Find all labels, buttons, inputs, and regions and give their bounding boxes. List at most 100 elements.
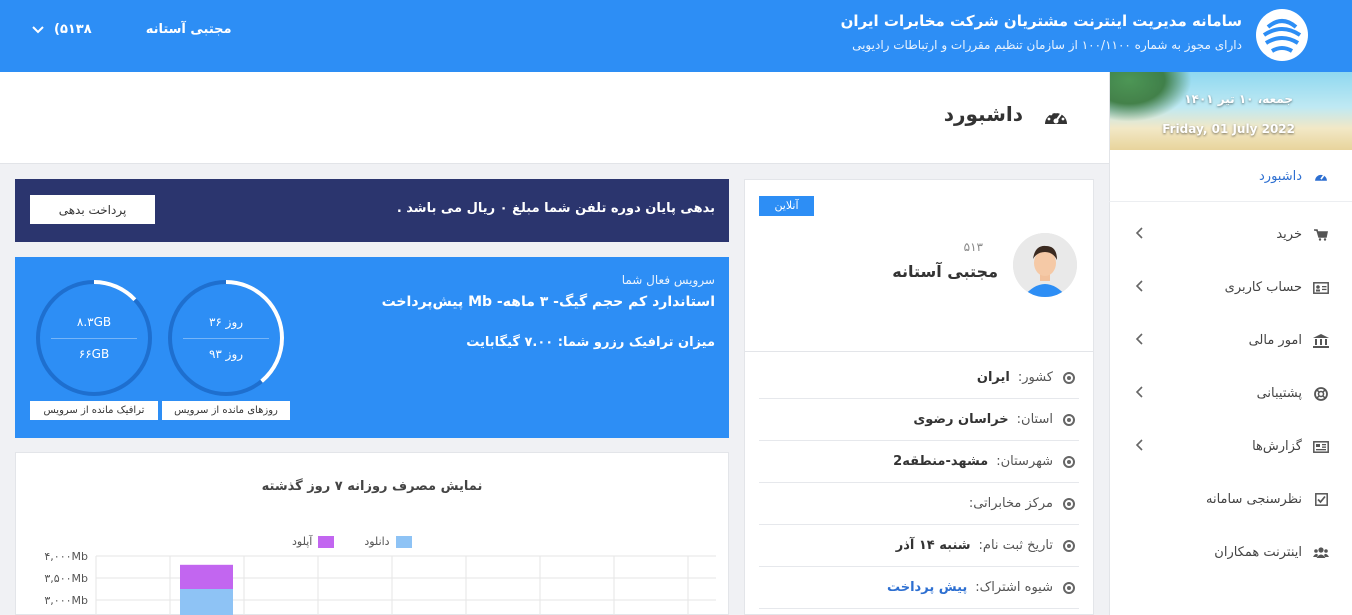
sidebar-item-label: حساب کاربری <box>1224 280 1302 295</box>
tci-logo-icon <box>1256 9 1308 61</box>
gauge-divider <box>183 338 269 339</box>
sidebar-item-label: نظرسنجی سامانه <box>1206 492 1302 507</box>
id-card-icon <box>1312 280 1330 296</box>
info-row-province: استان: خراسان رضوی <box>759 399 1079 441</box>
traffic-total-value: ۶۶GB <box>78 347 110 361</box>
dot-circle-icon <box>1063 371 1075 384</box>
chevron-left-icon <box>1135 279 1143 296</box>
active-service-panel: سرویس فعال شما استاندارد کم حجم گیگ- ۳ م… <box>15 257 729 438</box>
sidebar-item-label: خرید <box>1276 227 1302 242</box>
traffic-gauge-label: ترافیک مانده از سرویس <box>30 401 158 420</box>
sidebar-item-purchase[interactable]: خرید <box>1109 208 1352 261</box>
info-value: خراسان رضوی <box>913 412 1009 427</box>
checkbox-icon <box>1312 492 1330 508</box>
sidebar-item-label: پشتیبانی <box>1256 386 1302 401</box>
debt-message: بدهی پایان دوره تلفن شما مبلغ ۰ ریال می … <box>396 201 715 216</box>
days-remaining-value: ۳۶ روز <box>208 315 244 329</box>
sidebar-menu: داشبورد خرید حساب کاربری امور مالی پشتیب… <box>1109 162 1352 579</box>
cart-icon <box>1312 227 1330 243</box>
sidebar: جمعه، ۱۰ تیر ۱۴۰۱ Friday, 01 July 2022 د… <box>1109 72 1352 615</box>
profile-card: آنلاین ۵۱۳ مجتبی آستانه کشور: ایران استا… <box>744 179 1094 615</box>
sidebar-item-label: داشبورد <box>1259 169 1302 184</box>
info-label: شهرستان: <box>996 454 1053 469</box>
profile-info-list: کشور: ایران استان: خراسان رضوی شهرستان: … <box>759 357 1079 609</box>
daily-usage-chart-card: نمایش مصرف روزانه ۷ روز گذشته دانلود آپل… <box>15 452 729 615</box>
service-heading: سرویس فعال شما <box>621 273 715 287</box>
dot-circle-icon <box>1063 539 1075 552</box>
info-row-subscription-type: شیوه اشتراک: پیش پرداخت <box>759 567 1079 609</box>
dot-circle-icon <box>1063 413 1075 426</box>
usage-bar-chart: ۴,۰۰۰Mb ۳,۵۰۰Mb ۳,۰۰۰Mb <box>44 550 716 615</box>
sidebar-item-account[interactable]: حساب کاربری <box>1109 261 1352 314</box>
info-label: تاریخ ثبت نام: <box>978 538 1053 553</box>
sidebar-item-label: اینترنت همکاران <box>1214 545 1302 560</box>
dot-circle-icon <box>1063 455 1075 468</box>
avatar-icon <box>1013 233 1077 297</box>
info-value[interactable]: پیش پرداخت <box>887 580 967 595</box>
dashboard-icon <box>1312 169 1330 185</box>
chevron-left-icon <box>1135 438 1143 455</box>
y-tick-label: ۴,۰۰۰Mb <box>44 550 88 563</box>
info-row-country: کشور: ایران <box>759 357 1079 399</box>
days-remaining-gauge: ۳۶ روز ۹۳ روز <box>167 279 285 397</box>
dashboard-icon <box>1045 110 1067 124</box>
reserved-traffic: میزان ترافیک رزرو شما: ۷.۰۰ گیگابایت <box>466 335 715 350</box>
sidebar-item-label: امور مالی <box>1248 333 1302 348</box>
page-header: داشبورد <box>0 72 1109 164</box>
pay-debt-button[interactable]: پرداخت بدهی <box>30 195 155 224</box>
lifebuoy-icon <box>1312 386 1330 402</box>
top-header: سامانه مدیریت اینترنت مشتریان شرکت مخابر… <box>0 0 1352 72</box>
app-title: سامانه مدیریت اینترنت مشتریان شرکت مخابر… <box>840 12 1242 30</box>
dot-circle-icon <box>1063 497 1075 510</box>
page-title: داشبورد <box>943 102 1023 126</box>
sidebar-item-support[interactable]: پشتیبانی <box>1109 367 1352 420</box>
user-name: مجتبی آستانه <box>145 22 232 37</box>
y-tick-label: ۳,۵۰۰Mb <box>44 572 88 585</box>
app-subtitle: دارای مجوز به شماره ۱۰۰/۱۱۰۰ از سازمان ت… <box>852 38 1242 52</box>
debt-banner: بدهی پایان دوره تلفن شما مبلغ ۰ ریال می … <box>15 179 729 242</box>
date-persian: جمعه، ۱۰ تیر ۱۴۰۱ <box>1184 92 1293 106</box>
y-tick-label: ۳,۰۰۰Mb <box>44 594 88 607</box>
days-gauge-label: روزهای مانده از سرویس <box>162 401 290 420</box>
palm-decoration <box>1110 72 1192 122</box>
info-label: کشور: <box>1017 370 1053 385</box>
bank-icon <box>1312 333 1330 349</box>
info-row-exchange-center: مرکز مخابراتی: <box>759 483 1079 525</box>
sidebar-item-colleague-internet[interactable]: اینترنت همکاران <box>1109 526 1352 579</box>
avatar <box>1013 233 1077 297</box>
chevron-left-icon <box>1135 385 1143 402</box>
traffic-remaining-value: ۸.۳GB <box>76 315 112 329</box>
sidebar-item-finance[interactable]: امور مالی <box>1109 314 1352 367</box>
bar-upload[interactable] <box>180 564 233 589</box>
chevron-down-icon[interactable] <box>32 23 44 37</box>
info-row-registration-date: تاریخ ثبت نام: شنبه ۱۴ آذر <box>759 525 1079 567</box>
chevron-left-icon <box>1135 332 1143 349</box>
date-banner: جمعه، ۱۰ تیر ۱۴۰۱ Friday, 01 July 2022 <box>1110 72 1352 150</box>
chevron-left-icon <box>1135 226 1143 243</box>
info-row-city: شهرستان: مشهد-منطقه2 <box>759 441 1079 483</box>
report-icon <box>1312 439 1330 455</box>
user-code: (۵۱۳۸ <box>54 22 92 37</box>
info-label: استان: <box>1016 412 1053 427</box>
info-value: شنبه ۱۴ آذر <box>895 538 971 553</box>
divider <box>745 351 1093 352</box>
info-value: ایران <box>976 370 1010 385</box>
bar-download[interactable] <box>180 589 233 615</box>
sidebar-item-reports[interactable]: گزارش‌ها <box>1109 420 1352 473</box>
sidebar-item-dashboard[interactable]: داشبورد <box>1109 152 1352 202</box>
service-name: استاندارد کم حجم گیگ- ۳ ماهه- Mb پیش‌پرد… <box>381 294 715 310</box>
info-label: شیوه اشتراک: <box>975 580 1053 595</box>
info-label: مرکز مخابراتی: <box>968 496 1053 511</box>
profile-name: مجتبی آستانه <box>892 262 998 281</box>
chart-title: نمایش مصرف روزانه ۷ روز گذشته <box>261 479 483 494</box>
user-id: ۵۱۳ <box>963 240 983 254</box>
user-menu[interactable]: (۵۱۳۸ مجتبی آستانه <box>32 22 232 37</box>
online-status-badge: آنلاین <box>759 196 814 216</box>
info-value: مشهد-منطقه2 <box>893 454 989 469</box>
gauge-divider <box>51 338 137 339</box>
users-icon <box>1312 545 1330 561</box>
sidebar-item-label: گزارش‌ها <box>1252 439 1302 454</box>
date-gregorian: Friday, 01 July 2022 <box>1162 122 1295 136</box>
dot-circle-icon <box>1063 581 1075 594</box>
sidebar-item-survey[interactable]: نظرسنجی سامانه <box>1109 473 1352 526</box>
